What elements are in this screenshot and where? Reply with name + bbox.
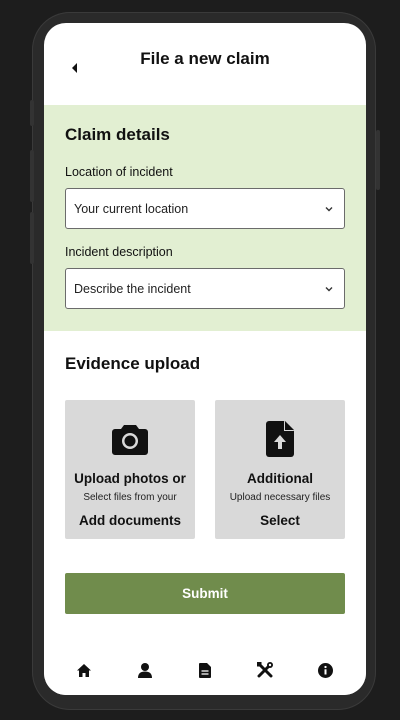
tab-home[interactable] [64, 650, 104, 690]
evidence-section: Evidence upload Upload photos or Select … [44, 331, 366, 539]
card-title: Upload photos or [74, 471, 186, 486]
tab-info[interactable] [306, 650, 346, 690]
back-button[interactable] [66, 59, 84, 77]
claim-details-section: Claim details Location of incident Your … [44, 105, 366, 331]
upload-photos-card[interactable]: Upload photos or Select files from your … [65, 400, 195, 539]
submit-button[interactable]: Submit [65, 573, 345, 614]
bottom-tab-bar [44, 645, 366, 695]
evidence-title: Evidence upload [65, 354, 201, 373]
tab-documents[interactable] [185, 650, 225, 690]
info-icon [318, 662, 334, 678]
description-select[interactable]: Describe the incident [65, 268, 345, 309]
add-documents-button[interactable]: Add documents [79, 513, 181, 528]
upload-cards: Upload photos or Select files from your … [65, 400, 345, 539]
location-select[interactable]: Your current location [65, 188, 345, 229]
side-button [30, 212, 34, 264]
side-button [30, 100, 34, 126]
card-subtitle: Select files from your [83, 492, 177, 503]
claim-details-title: Claim details [65, 125, 170, 144]
description-label: Incident description [65, 245, 173, 259]
power-button [376, 130, 380, 190]
location-label: Location of incident [65, 165, 173, 179]
side-button [30, 150, 34, 202]
tab-tools[interactable] [245, 650, 285, 690]
chevron-down-icon [325, 286, 333, 291]
chevron-down-icon [325, 206, 333, 211]
additional-files-card[interactable]: Additional Upload necessary files Select [215, 400, 345, 539]
chevron-left-icon [72, 63, 77, 73]
select-files-button[interactable]: Select [260, 513, 300, 528]
card-title: Additional [247, 471, 313, 486]
document-icon [198, 662, 211, 678]
person-icon [137, 662, 152, 678]
file-upload-icon [266, 421, 294, 457]
tab-profile[interactable] [125, 650, 165, 690]
app-screen: File a new claim Claim details Location … [44, 23, 366, 695]
card-subtitle: Upload necessary files [229, 492, 331, 503]
tools-icon [257, 662, 274, 678]
page-title: File a new claim [140, 49, 270, 68]
header: File a new claim [44, 23, 366, 105]
home-icon [77, 663, 92, 677]
camera-icon [112, 425, 148, 455]
description-value: Describe the incident [74, 281, 191, 296]
location-value: Your current location [74, 201, 189, 216]
